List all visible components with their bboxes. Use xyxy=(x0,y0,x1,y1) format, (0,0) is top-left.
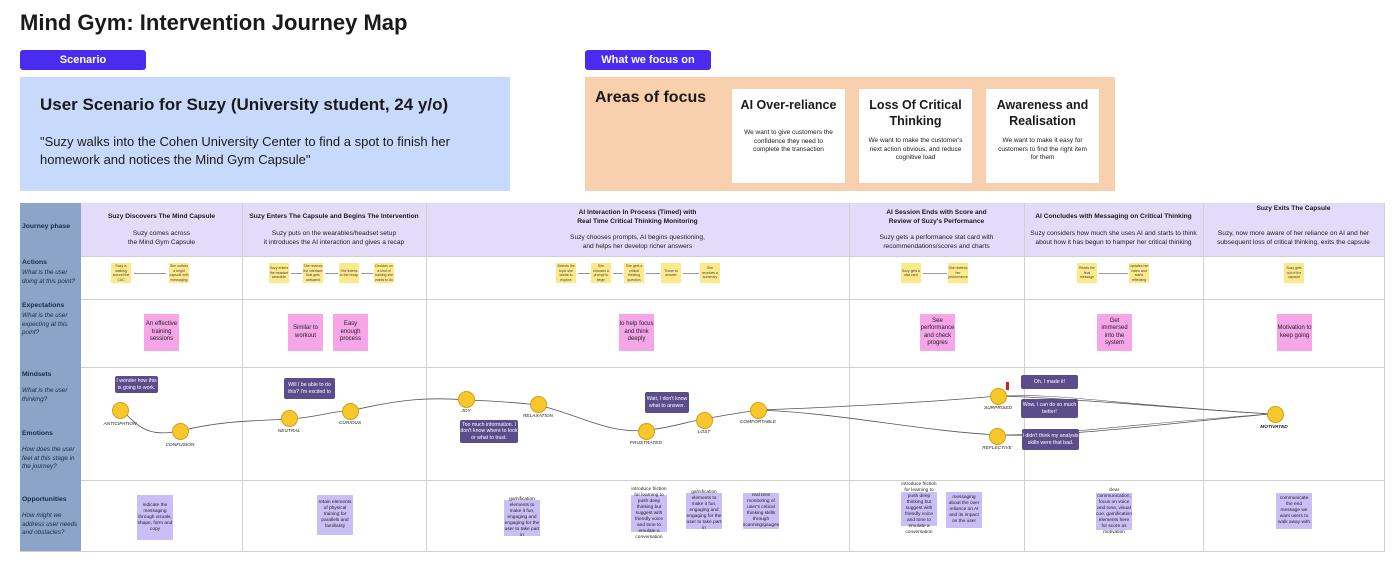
focus-card-desc: We want to make the customer's next acti… xyxy=(868,137,963,161)
weary-face-icon xyxy=(638,423,655,440)
emotion-label: LOST xyxy=(697,430,711,435)
focus-card-title: Awareness and Realisation xyxy=(996,98,1089,128)
emotion-label: NEUTRAL xyxy=(277,429,301,434)
focus-card-title: AI Over-reliance xyxy=(740,98,837,112)
emotion-label: FRUSTRATED xyxy=(630,441,662,446)
opportunity-note: retain elements of physical training for… xyxy=(317,495,353,535)
journey-grid: Journey phase Actions What is the user d… xyxy=(20,203,1385,552)
focus-card-desc: We want to give customers the confidence… xyxy=(744,129,833,153)
emotion-label: JOY xyxy=(461,409,471,414)
neutral-face-icon xyxy=(281,410,298,427)
focus-card: AI Over-reliance We want to give custome… xyxy=(732,89,845,183)
opportunity-note: gamification elements to make it fun, en… xyxy=(504,497,540,538)
scenario-quote: "Suzy walks into the Cohen University Ce… xyxy=(40,134,450,167)
hushed-face-icon xyxy=(696,412,713,429)
focus-heading: Areas of focus xyxy=(595,89,707,106)
emotion-label: ANTICIPATION xyxy=(103,422,137,427)
star-struck-face-icon xyxy=(1267,406,1284,423)
thinking-face-icon xyxy=(172,423,189,440)
thought-bubble: Too much information. I don't know where… xyxy=(460,420,518,443)
scenario-title: User Scenario for Suzy (University stude… xyxy=(40,95,449,114)
emotion-label: CURIOUS xyxy=(338,421,362,426)
opportunity-note: introduce friction for learning to push … xyxy=(901,482,937,535)
focus-card-desc: We want to make it easy for customers to… xyxy=(998,137,1087,161)
focus-card-title: Loss Of Critical Thinking xyxy=(869,98,962,128)
emotion-label: REFLECTIVE xyxy=(982,446,1012,451)
surprised-face-icon xyxy=(112,402,129,419)
opportunity-note: introduce friction for learning to push … xyxy=(631,486,667,540)
focus-card: Loss Of Critical Thinking We want to mak… xyxy=(859,89,972,183)
thought-bubble: I didn't think my analysis skills were t… xyxy=(1022,429,1079,450)
thought-bubble: Will I be able to do this? I'm excited t… xyxy=(284,378,335,399)
opportunity-note: gamification elements to make it fun, en… xyxy=(686,490,722,531)
surprised-face-icon xyxy=(990,388,1007,405)
focus-tag: What we focus on xyxy=(585,50,711,70)
opportunity-note: clear communication, focus on voice and … xyxy=(1096,487,1132,535)
thought-bubble: Wait, I don't know what to answer. xyxy=(645,392,689,413)
exclamation-icon xyxy=(1006,382,1009,390)
emotion-label: CONFUSION xyxy=(165,443,195,448)
opportunity-note: communicate the end message we want user… xyxy=(1276,493,1312,529)
scenario-tag: Scenario xyxy=(20,50,146,70)
slight-smile-face-icon xyxy=(750,402,767,419)
emotion-label: COMFORTABLE xyxy=(739,420,777,425)
thought-bubble: Oh, I made it! xyxy=(1021,375,1078,389)
hushed-face-icon xyxy=(342,403,359,420)
thought-bubble: Wow, I can do so much better! xyxy=(1021,399,1078,418)
slight-smile-face-icon xyxy=(989,428,1006,445)
page-title: Mind Gym: Intervention Journey Map xyxy=(20,10,408,35)
opportunity-note: indicate the messaging through visuals, … xyxy=(137,495,173,540)
emotion-label: RELAXATION xyxy=(522,414,554,419)
emotion-label: MOTIVATED xyxy=(1260,425,1288,430)
sunglasses-face-icon xyxy=(530,396,547,413)
thought-bubble: I wonder how this is going to work. xyxy=(115,376,158,393)
scenario-panel: User Scenario for Suzy (University stude… xyxy=(20,77,510,191)
emotion-label: SURPRISED xyxy=(984,406,1012,411)
opportunity-note: messaging about the over reliance on AI … xyxy=(946,492,982,528)
focus-card: Awareness and Realisation We want to mak… xyxy=(986,89,1099,183)
focus-panel: Areas of focus AI Over-reliance We want … xyxy=(585,77,1115,191)
opportunity-note: real time monitoring of user's critical … xyxy=(742,493,780,529)
grinning-face-icon xyxy=(458,391,475,408)
